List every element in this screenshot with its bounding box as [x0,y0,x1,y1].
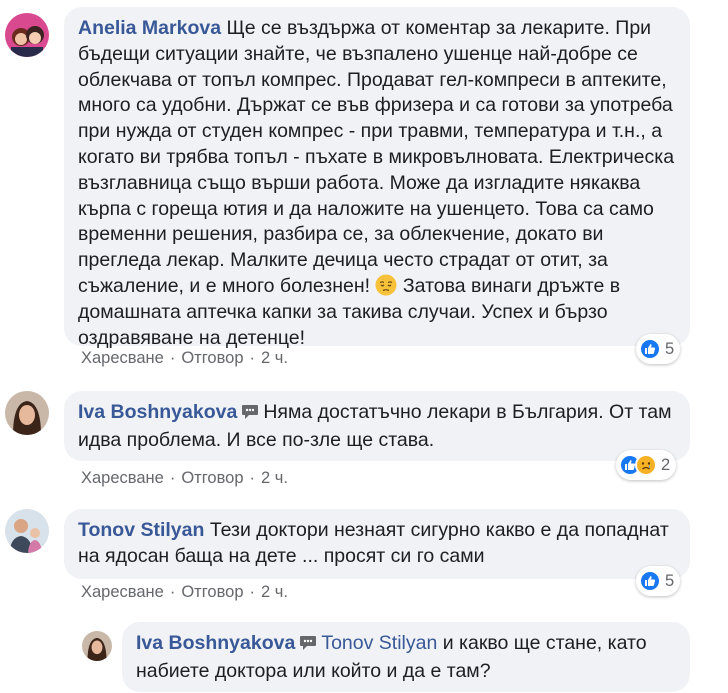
comment-text: Ще се въздържа от коментар за лекарите. … [78,17,675,297]
comment-actions: Харесване · Отговор · 2 ч. [81,349,288,368]
like-icon [639,338,661,360]
sad-icon [635,454,657,476]
timestamp[interactable]: 2 ч. [261,583,288,602]
like-link[interactable]: Харесване [81,349,164,368]
comment-bubble: Anelia Markova Ще се въздържа от комента… [64,7,690,349]
reaction-count: 5 [665,571,675,590]
reaction-summary[interactable]: 5 [636,566,681,596]
reply-link[interactable]: Отговор [181,349,243,368]
author-name[interactable]: Iva Boshnyakova [78,401,237,423]
reaction-summary[interactable]: 2 [616,450,677,480]
timestamp[interactable]: 2 ч. [261,469,288,488]
pensive-face-icon [375,274,397,296]
avatar[interactable] [82,631,112,661]
comment-actions: Харесване · Отговор · 2 ч. [81,469,288,488]
reply-bubble: Iva Boshnyakova Tonov Stilyan и какво ще… [122,622,690,692]
separator: · [169,583,176,601]
avatar[interactable] [5,509,49,553]
comment-bubble: Iva Boshnyakova Няма достатъчно лекари в… [64,391,690,461]
reply-link[interactable]: Отговор [181,469,243,488]
author-name[interactable]: Anelia Markova [78,17,221,39]
reaction-summary[interactable]: 5 [636,334,681,364]
conversation-starter-icon [299,633,317,659]
avatar[interactable] [5,13,49,57]
like-icon [639,570,661,592]
reply-link[interactable]: Отговор [181,583,243,602]
author-name[interactable]: Tonov Stilyan [78,519,204,541]
mention-link[interactable]: Tonov Stilyan [321,632,437,654]
separator: · [249,469,256,487]
separator: · [249,583,256,601]
avatar[interactable] [5,391,49,435]
like-link[interactable]: Харесване [81,469,164,488]
comment-actions: Харесване · Отговор · 2 ч. [81,583,288,602]
timestamp[interactable]: 2 ч. [261,349,288,368]
separator: · [169,469,176,487]
conversation-starter-icon [241,402,259,428]
separator: · [249,349,256,367]
comment-bubble: Tonov Stilyan Тези доктори незнаят сигур… [64,509,690,579]
like-link[interactable]: Харесване [81,583,164,602]
author-name[interactable]: Iva Boshnyakova [136,632,295,654]
reaction-count: 5 [665,339,675,358]
reaction-count: 2 [661,455,671,474]
separator: · [169,349,176,367]
